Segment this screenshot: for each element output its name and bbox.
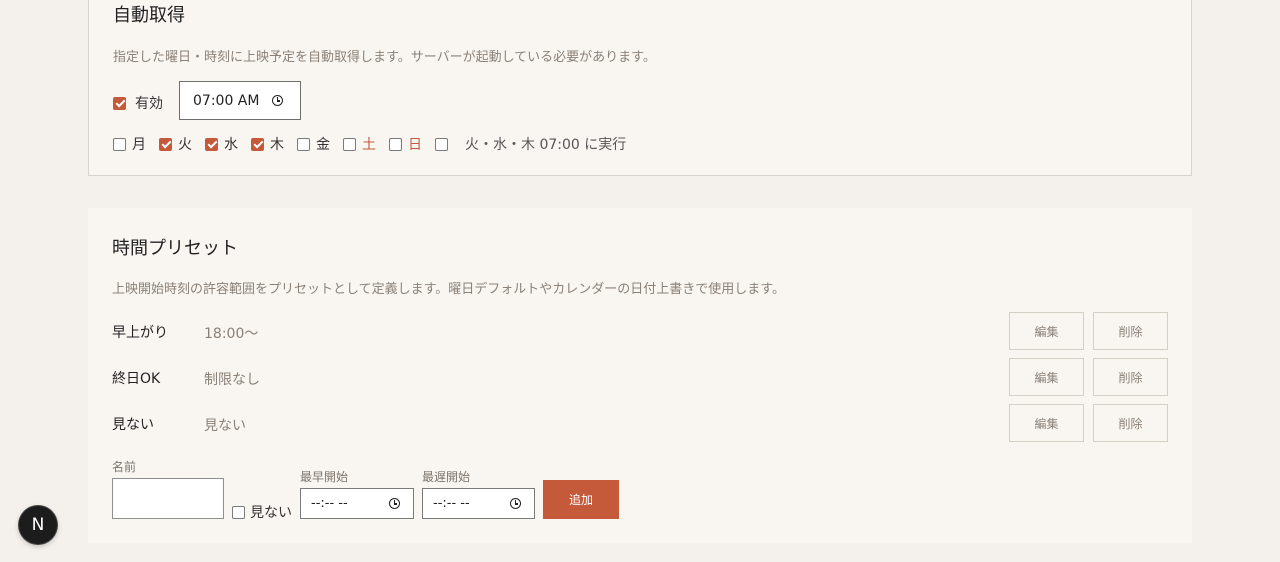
- auto-fetch-card: 自動取得 指定した曜日・時刻に上映予定を自動取得します。サーバーが起動している必…: [88, 0, 1192, 176]
- day-checkbox-fri[interactable]: [297, 137, 310, 151]
- day-label-tue: 火: [178, 137, 192, 153]
- auto-fetch-description: 指定した曜日・時刻に上映予定を自動取得します。サーバーが起動している必要がありま…: [113, 50, 656, 65]
- preset-name: 早上がり: [112, 325, 168, 341]
- day-checkbox-sun[interactable]: [389, 137, 402, 151]
- preset-range: 18:00〜: [204, 326, 259, 342]
- day-checkbox-wed[interactable]: [205, 137, 218, 151]
- latest-placeholder: --:-- --: [433, 496, 470, 511]
- latest-start-label: 最遅開始: [422, 470, 471, 484]
- delete-button[interactable]: 削除: [1093, 312, 1168, 350]
- weekday-checkboxes: 月 火 水 木 金 土 日 火・水・木 07:00 に実行: [113, 134, 626, 154]
- preset-name: 終日OK: [112, 371, 161, 387]
- edit-button[interactable]: 編集: [1009, 358, 1084, 396]
- delete-button[interactable]: 削除: [1093, 358, 1168, 396]
- edit-button[interactable]: 編集: [1009, 312, 1084, 350]
- enabled-label: 有効: [135, 96, 163, 112]
- auto-fetch-time-input[interactable]: 07:00 AM: [179, 81, 301, 120]
- name-field-label: 名前: [112, 460, 137, 474]
- preset-range: 見ない: [204, 418, 246, 434]
- day-checkbox-mon[interactable]: [113, 137, 126, 151]
- day-label-thu: 木: [270, 137, 284, 153]
- auto-fetch-title: 自動取得: [113, 5, 185, 26]
- edit-button[interactable]: 編集: [1009, 404, 1084, 442]
- extra-checkbox[interactable]: [435, 137, 448, 151]
- preset-name: 見ない: [112, 417, 154, 433]
- name-input[interactable]: [112, 478, 224, 519]
- latest-start-input[interactable]: --:-- --: [422, 488, 535, 519]
- clock-icon[interactable]: [389, 498, 400, 509]
- time-value: 07:00 AM: [193, 92, 260, 109]
- clock-icon[interactable]: [510, 498, 521, 509]
- add-preset-button[interactable]: 追加: [543, 480, 619, 519]
- preset-range: 制限なし: [204, 372, 260, 388]
- day-label-fri: 金: [316, 137, 330, 153]
- n-letter: N: [31, 515, 45, 535]
- earliest-placeholder: --:-- --: [311, 496, 348, 511]
- time-presets-card: 時間プリセット 上映開始時刻の許容範囲をプリセットとして定義します。曜日デフォル…: [88, 208, 1192, 543]
- earliest-start-label: 最早開始: [300, 470, 349, 484]
- hide-label: 見ない: [250, 505, 292, 521]
- day-checkbox-tue[interactable]: [159, 137, 172, 151]
- hide-toggle[interactable]: 見ない: [232, 502, 292, 522]
- schedule-summary: 火・水・木 07:00 に実行: [465, 137, 627, 153]
- presets-title: 時間プリセット: [112, 238, 238, 259]
- clock-icon[interactable]: [272, 95, 283, 106]
- day-label-mon: 月: [132, 137, 146, 153]
- day-label-sun: 日: [408, 137, 422, 153]
- delete-button[interactable]: 削除: [1093, 404, 1168, 442]
- day-checkbox-thu[interactable]: [251, 137, 264, 151]
- day-label-sat: 土: [362, 137, 376, 153]
- day-checkbox-sat[interactable]: [343, 137, 356, 151]
- n-logo-badge[interactable]: N: [19, 506, 57, 544]
- hide-checkbox[interactable]: [232, 505, 245, 519]
- day-label-wed: 水: [224, 137, 238, 153]
- presets-description: 上映開始時刻の許容範囲をプリセットとして定義します。曜日デフォルトやカレンダーの…: [112, 282, 786, 297]
- earliest-start-input[interactable]: --:-- --: [300, 488, 414, 519]
- enabled-checkbox[interactable]: [113, 96, 126, 110]
- enabled-toggle[interactable]: 有効: [113, 93, 163, 113]
